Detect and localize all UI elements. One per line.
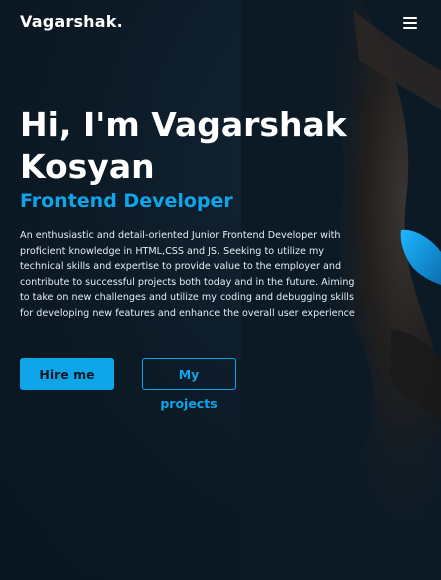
hero-title: Hi, I'm Vagarshak Kosyan [20, 105, 347, 186]
site-logo[interactable]: Vagarshak. [20, 12, 123, 31]
my-projects-button[interactable]: My projects [142, 358, 236, 411]
top-navbar: Vagarshak. [0, 0, 441, 46]
hire-me-button[interactable]: Hire me [20, 358, 114, 390]
portfolio-page: Vagarshak. Hi, I'm Vagarshak Kosyan Fron… [0, 0, 441, 580]
hamburger-menu-icon[interactable] [400, 14, 422, 32]
hero-subtitle: Frontend Developer [20, 190, 233, 212]
menu-bar-top [403, 17, 417, 19]
menu-bar-bottom [403, 27, 417, 29]
hero-description: An enthusiastic and detail-oriented Juni… [20, 230, 355, 319]
menu-bar-middle [403, 22, 417, 24]
